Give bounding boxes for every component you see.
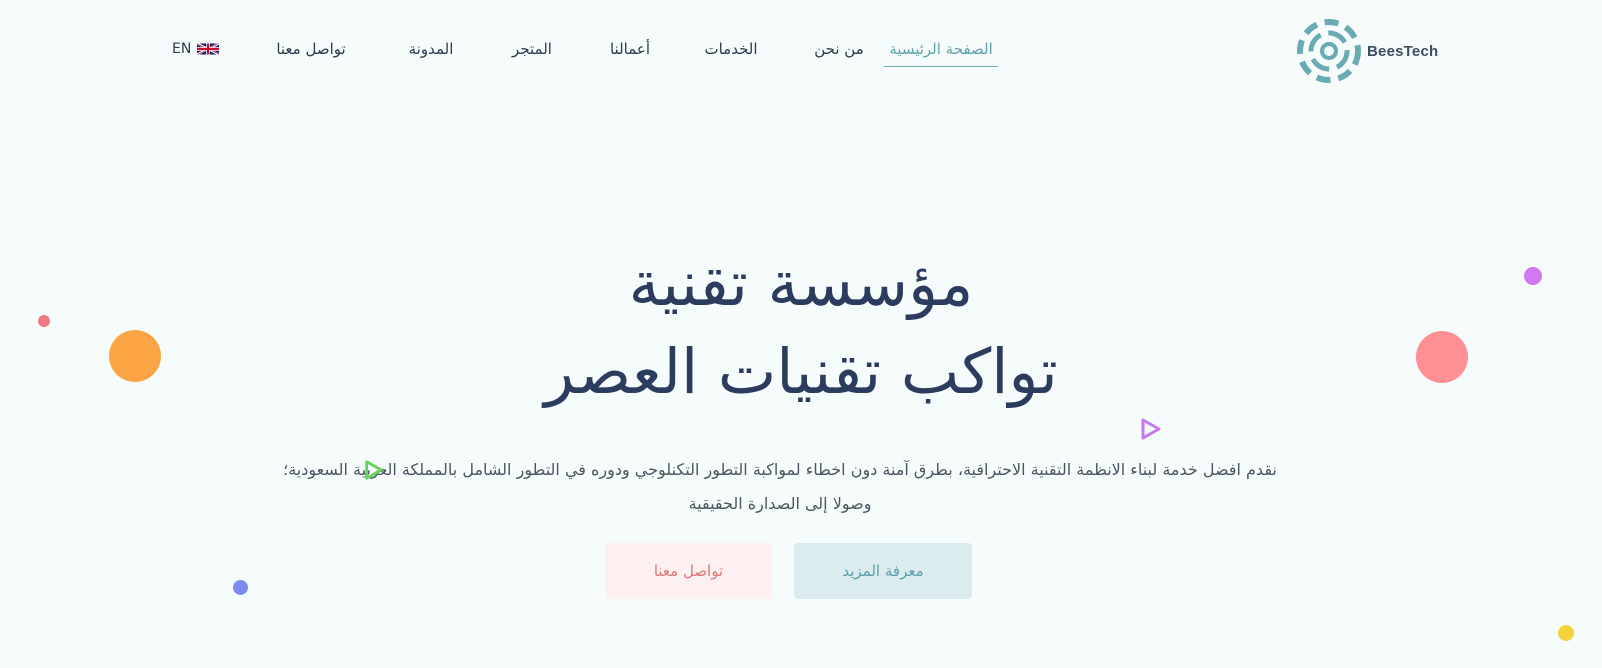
decor-dot-red-small <box>38 315 50 327</box>
hero-description-line1: نقدم افضل خدمة لبناء الانظمة التقنية الا… <box>283 460 1277 479</box>
learn-more-button[interactable]: معرفة المزيد <box>794 543 972 599</box>
language-label: EN <box>172 41 192 57</box>
nav-active-underline <box>884 66 998 67</box>
decor-triangle-green-icon <box>365 460 383 480</box>
nav-item-store[interactable]: المتجر <box>512 40 552 58</box>
main-nav: الصفحة الرئيسية من نحن الخدمات أعمالنا ا… <box>0 40 1602 64</box>
nav-item-blog[interactable]: المدونة <box>409 40 454 58</box>
decor-dot-orange <box>109 330 161 382</box>
nav-item-portfolio[interactable]: أعمالنا <box>610 40 650 58</box>
language-switch[interactable]: EN <box>172 41 220 57</box>
nav-item-about[interactable]: من نحن <box>814 40 864 58</box>
contact-button[interactable]: تواصل معنا <box>605 543 772 599</box>
nav-item-services[interactable]: الخدمات <box>704 40 757 58</box>
decor-triangle-purple-icon <box>1141 418 1161 440</box>
decor-dot-purple <box>1524 267 1542 285</box>
hero-description-line2: وصولا إلى الصدارة الحقيقية <box>688 494 872 513</box>
hero-description: نقدم افضل خدمة لبناء الانظمة التقنية الا… <box>220 453 1340 521</box>
hero-title-line1: مؤسسة تقنية <box>628 247 974 320</box>
hero-title-line2: تواكب تقنيات العصر <box>544 335 1058 408</box>
decor-dot-pink <box>1416 331 1468 383</box>
decor-dot-blue <box>233 580 248 595</box>
uk-flag-icon <box>197 42 220 56</box>
nav-item-contact[interactable]: تواصل معنا <box>276 40 345 58</box>
nav-item-home[interactable]: الصفحة الرئيسية <box>889 40 993 58</box>
decor-dot-yellow <box>1558 625 1574 641</box>
